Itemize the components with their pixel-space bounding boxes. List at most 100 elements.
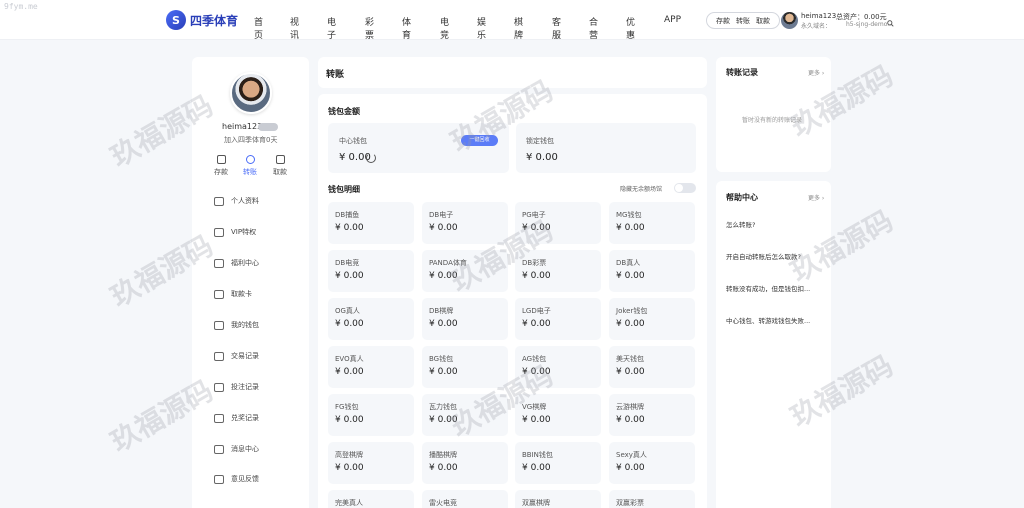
wallet-balance: ¥ 0.00 — [616, 223, 645, 233]
nav-item[interactable]: 优惠 — [626, 15, 635, 41]
withdraw-link[interactable]: 取款 — [756, 16, 770, 26]
quick-deposit[interactable]: 存款 — [211, 155, 231, 177]
sidebar-menu-item[interactable]: 投注记录 — [214, 381, 259, 393]
wallet-tile[interactable]: EVO真人 ¥ 0.00 — [328, 346, 414, 388]
quick-transfer-label: 转账 — [243, 168, 257, 176]
quick-transfer[interactable]: 转账 — [240, 155, 260, 177]
wallet-tile[interactable]: BBIN钱包 ¥ 0.00 — [515, 442, 601, 484]
transfer-records-more[interactable]: 更多 › — [808, 68, 824, 77]
wallet-tile[interactable]: FG钱包 ¥ 0.00 — [328, 394, 414, 436]
wallet-tile[interactable]: PANDA体育 ¥ 0.00 — [422, 250, 508, 292]
nav-item[interactable]: 彩票 — [365, 15, 374, 41]
sidebar-menu-label: 个人资料 — [231, 197, 259, 205]
nav-item[interactable]: 电竞 — [440, 15, 449, 41]
wallet-name: 高登棋牌 — [335, 451, 363, 459]
nav-item[interactable]: 视讯 — [290, 15, 299, 41]
wallet-tile[interactable]: DB真人 ¥ 0.00 — [609, 250, 695, 292]
sidebar-menu-item[interactable]: 取款卡 — [214, 288, 252, 300]
wallet-name: 播酷棋牌 — [429, 451, 457, 459]
wallet-balance: ¥ 0.00 — [616, 367, 645, 377]
sidebar-menu-item[interactable]: 意见反馈 — [214, 473, 259, 485]
sidebar-menu-label: 兑奖记录 — [231, 414, 259, 422]
wallet-tile[interactable]: 美天钱包 ¥ 0.00 — [609, 346, 695, 388]
help-item[interactable]: 开启自动转账后怎么取款? — [726, 251, 826, 261]
help-center-more[interactable]: 更多 › — [808, 193, 824, 202]
nav-item[interactable]: APP — [664, 15, 681, 25]
brand-logo[interactable]: S 四季体育 — [166, 10, 238, 30]
wallet-balance: ¥ 0.00 — [522, 463, 551, 473]
recycle-all-button[interactable]: 一键回收 — [461, 135, 498, 146]
sidebar-menu-item[interactable]: 兑奖记录 — [214, 412, 259, 424]
sidebar-menu-label: 福利中心 — [231, 259, 259, 267]
sidebar-menu-item[interactable]: VIP特权 — [214, 226, 256, 238]
wallet-tile[interactable]: DB电竞 ¥ 0.00 — [328, 250, 414, 292]
wallet-tile[interactable]: 云游棋牌 ¥ 0.00 — [609, 394, 695, 436]
nav-item[interactable]: 棋牌 — [514, 15, 523, 41]
wallet-name: 完美真人 — [335, 499, 363, 507]
feedback-icon — [214, 474, 224, 484]
wallet-name: BG钱包 — [429, 355, 454, 363]
nav-item[interactable]: 合营 — [589, 15, 598, 41]
center-wallet-card — [328, 123, 509, 173]
wallet-tile[interactable]: MG钱包 ¥ 0.00 — [609, 202, 695, 244]
wallet-tile[interactable]: PG电子 ¥ 0.00 — [515, 202, 601, 244]
hide-empty-toggle[interactable] — [674, 183, 696, 193]
transfer-link[interactable]: 转账 — [736, 16, 750, 26]
sidebar-menu-item[interactable]: 消息中心 — [214, 443, 259, 455]
wallet-balance: ¥ 0.00 — [429, 463, 458, 473]
wallet-tile[interactable]: LGD电子 ¥ 0.00 — [515, 298, 601, 340]
id-card-icon — [214, 196, 224, 206]
wallet-tile[interactable]: 瓦力钱包 ¥ 0.00 — [422, 394, 508, 436]
locked-wallet-value: ¥ 0.00 — [526, 152, 558, 163]
wallet-tile[interactable]: 高登棋牌 ¥ 0.00 — [328, 442, 414, 484]
wallet-name: 雷火电竞 — [429, 499, 457, 507]
wallet-name: DB彩票 — [522, 259, 547, 267]
refresh-icon[interactable] — [366, 153, 376, 163]
help-item[interactable]: 转账没有成功，但是钱包扣... — [726, 283, 826, 293]
nav-item[interactable]: 首页 — [254, 15, 263, 41]
wallet-tile[interactable]: 完美真人 — [328, 490, 414, 508]
message-icon — [214, 444, 224, 454]
sidebar-menu-label: 取款卡 — [231, 290, 252, 298]
wallet-tile[interactable]: BG钱包 ¥ 0.00 — [422, 346, 508, 388]
quick-withdraw-label: 取款 — [273, 168, 287, 176]
wallet-tile[interactable]: DB彩票 ¥ 0.00 — [515, 250, 601, 292]
wallet-balance: ¥ 0.00 — [616, 319, 645, 329]
sidebar-menu-item[interactable]: 个人资料 — [214, 195, 259, 207]
redeem-icon — [214, 413, 224, 423]
sidebar-menu-item[interactable]: 交易记录 — [214, 350, 259, 362]
bet-record-icon — [214, 382, 224, 392]
brand-name: 四季体育 — [190, 13, 239, 28]
nav-item[interactable]: 客服 — [552, 15, 561, 41]
nav-item[interactable]: 电子 — [327, 15, 336, 41]
wallet-tile[interactable]: VG棋牌 ¥ 0.00 — [515, 394, 601, 436]
wallet-name: MG钱包 — [616, 211, 642, 219]
page-title: 转账 — [326, 70, 345, 80]
sidebar-menu-item[interactable]: 我的钱包 — [214, 319, 259, 331]
quick-withdraw[interactable]: 取款 — [270, 155, 290, 177]
nav-item[interactable]: 娱乐 — [477, 15, 486, 41]
header-avatar[interactable] — [781, 12, 798, 29]
wallet-tile[interactable]: 双赢彩票 — [609, 490, 695, 508]
wallet-tile[interactable]: 双赢棋牌 — [515, 490, 601, 508]
wallet-tile[interactable]: Sexy真人 ¥ 0.00 — [609, 442, 695, 484]
wallet-tile[interactable]: AG钱包 ¥ 0.00 — [515, 346, 601, 388]
help-item[interactable]: 中心钱包、转游戏钱包失败... — [726, 315, 826, 325]
header-username[interactable]: heima123 — [801, 12, 836, 20]
nav-item[interactable]: 体育 — [402, 15, 411, 41]
wallet-tile[interactable]: DB捕鱼 ¥ 0.00 — [328, 202, 414, 244]
wallet-name: EVO真人 — [335, 355, 364, 363]
corner-watermark: 9fym.me — [4, 2, 38, 11]
deposit-link[interactable]: 存款 — [716, 16, 730, 26]
wallet-tile[interactable]: Joker钱包 ¥ 0.00 — [609, 298, 695, 340]
sidebar-menu-item[interactable]: 福利中心 — [214, 257, 259, 269]
logo-icon: S — [166, 10, 186, 30]
wallet-tile[interactable]: DB棋牌 ¥ 0.00 — [422, 298, 508, 340]
wallet-tile[interactable]: OG真人 ¥ 0.00 — [328, 298, 414, 340]
wallet-tile[interactable]: 播酷棋牌 ¥ 0.00 — [422, 442, 508, 484]
search-icon[interactable] — [887, 20, 894, 27]
wallet-balance: ¥ 0.00 — [616, 415, 645, 425]
wallet-tile[interactable]: 雷火电竞 — [422, 490, 508, 508]
help-item[interactable]: 怎么转账? — [726, 219, 826, 229]
wallet-tile[interactable]: DB电子 ¥ 0.00 — [422, 202, 508, 244]
